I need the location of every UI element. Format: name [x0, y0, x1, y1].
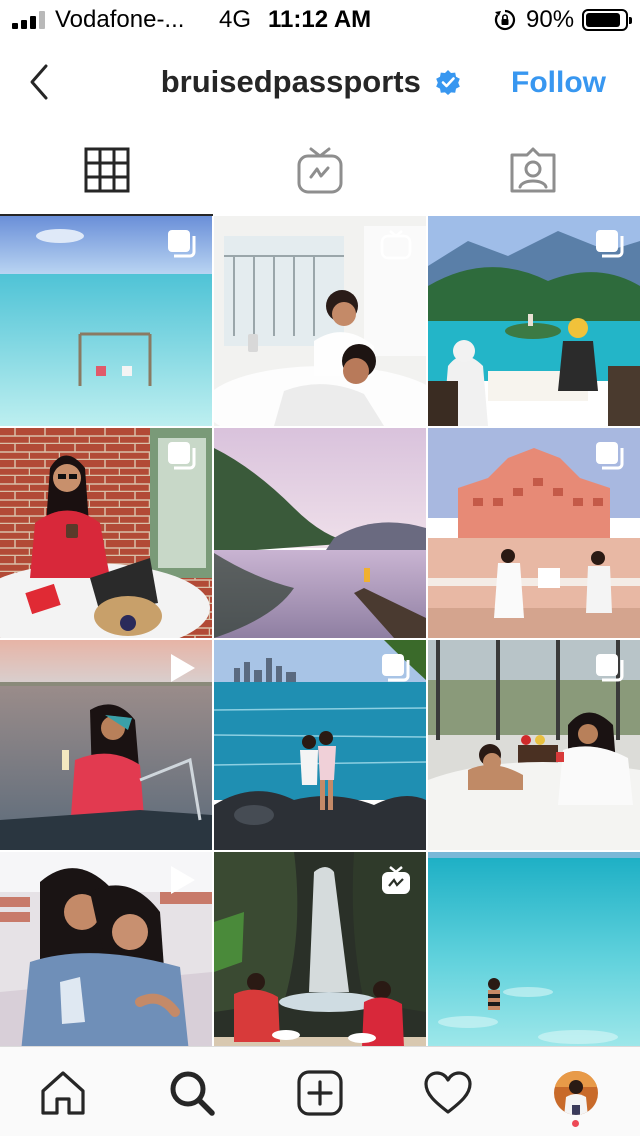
igtv-icon — [297, 147, 343, 194]
carousel-icon — [596, 442, 624, 470]
search-icon — [170, 1071, 215, 1116]
post-thumbnail[interactable] — [214, 428, 426, 638]
carousel-icon — [168, 442, 196, 470]
carousel-icon — [168, 230, 196, 258]
posts-grid — [0, 216, 640, 1062]
tab-grid-posts[interactable] — [0, 124, 214, 216]
post-image — [214, 428, 426, 638]
igtv-icon — [382, 866, 410, 894]
carousel-icon — [382, 654, 410, 682]
profile-header: bruisedpassports Follow — [0, 44, 640, 124]
carousel-icon — [596, 230, 624, 258]
post-thumbnail[interactable] — [214, 216, 426, 426]
post-thumbnail[interactable] — [0, 216, 212, 426]
battery-icon — [582, 9, 632, 31]
grid-icon — [84, 147, 130, 193]
post-thumbnail[interactable] — [214, 640, 426, 850]
post-thumbnail[interactable] — [428, 216, 640, 426]
nav-profile[interactable] — [550, 1067, 602, 1119]
tab-igtv[interactable] — [213, 124, 426, 216]
carousel-icon — [596, 654, 624, 682]
carrier-name: Vodafone-... — [55, 6, 185, 33]
tagged-icon — [510, 147, 556, 193]
video-play-icon — [171, 866, 195, 894]
nav-new-post[interactable] — [294, 1067, 346, 1119]
new-post-icon — [297, 1070, 343, 1116]
signal-strength-icon — [12, 11, 45, 29]
post-thumbnail[interactable] — [0, 428, 212, 638]
post-thumbnail[interactable] — [0, 852, 212, 1062]
status-time: 11:12 AM — [268, 6, 372, 33]
post-thumbnail[interactable] — [428, 852, 640, 1062]
profile-username: bruisedpassports — [160, 64, 421, 99]
tab-tagged[interactable] — [427, 124, 640, 216]
activity-heart-icon — [424, 1071, 472, 1114]
post-thumbnail[interactable] — [428, 640, 640, 850]
back-chevron-icon[interactable] — [24, 62, 56, 102]
video-play-icon — [171, 654, 195, 682]
profile-tabs — [0, 124, 640, 216]
post-thumbnail[interactable] — [428, 428, 640, 638]
rotation-lock-icon — [494, 9, 516, 31]
network-type: 4G — [219, 6, 252, 33]
igtv-icon — [380, 230, 412, 260]
bottom-navigation — [0, 1046, 640, 1136]
nav-home[interactable] — [37, 1067, 89, 1119]
post-thumbnail[interactable] — [0, 640, 212, 850]
nav-activity[interactable] — [422, 1067, 474, 1119]
verified-badge-icon — [436, 70, 461, 95]
home-icon — [41, 1071, 85, 1115]
follow-button[interactable]: Follow — [511, 66, 606, 100]
post-thumbnail[interactable] — [214, 852, 426, 1062]
nav-search[interactable] — [166, 1067, 218, 1119]
battery-percentage: 90% — [526, 6, 575, 33]
status-bar: Vodafone-... 4G 11:12 AM 90% — [0, 0, 640, 40]
profile-avatar — [554, 1071, 598, 1115]
post-image — [428, 852, 640, 1062]
battery-level-fill — [586, 13, 621, 27]
notification-dot — [572, 1120, 579, 1127]
